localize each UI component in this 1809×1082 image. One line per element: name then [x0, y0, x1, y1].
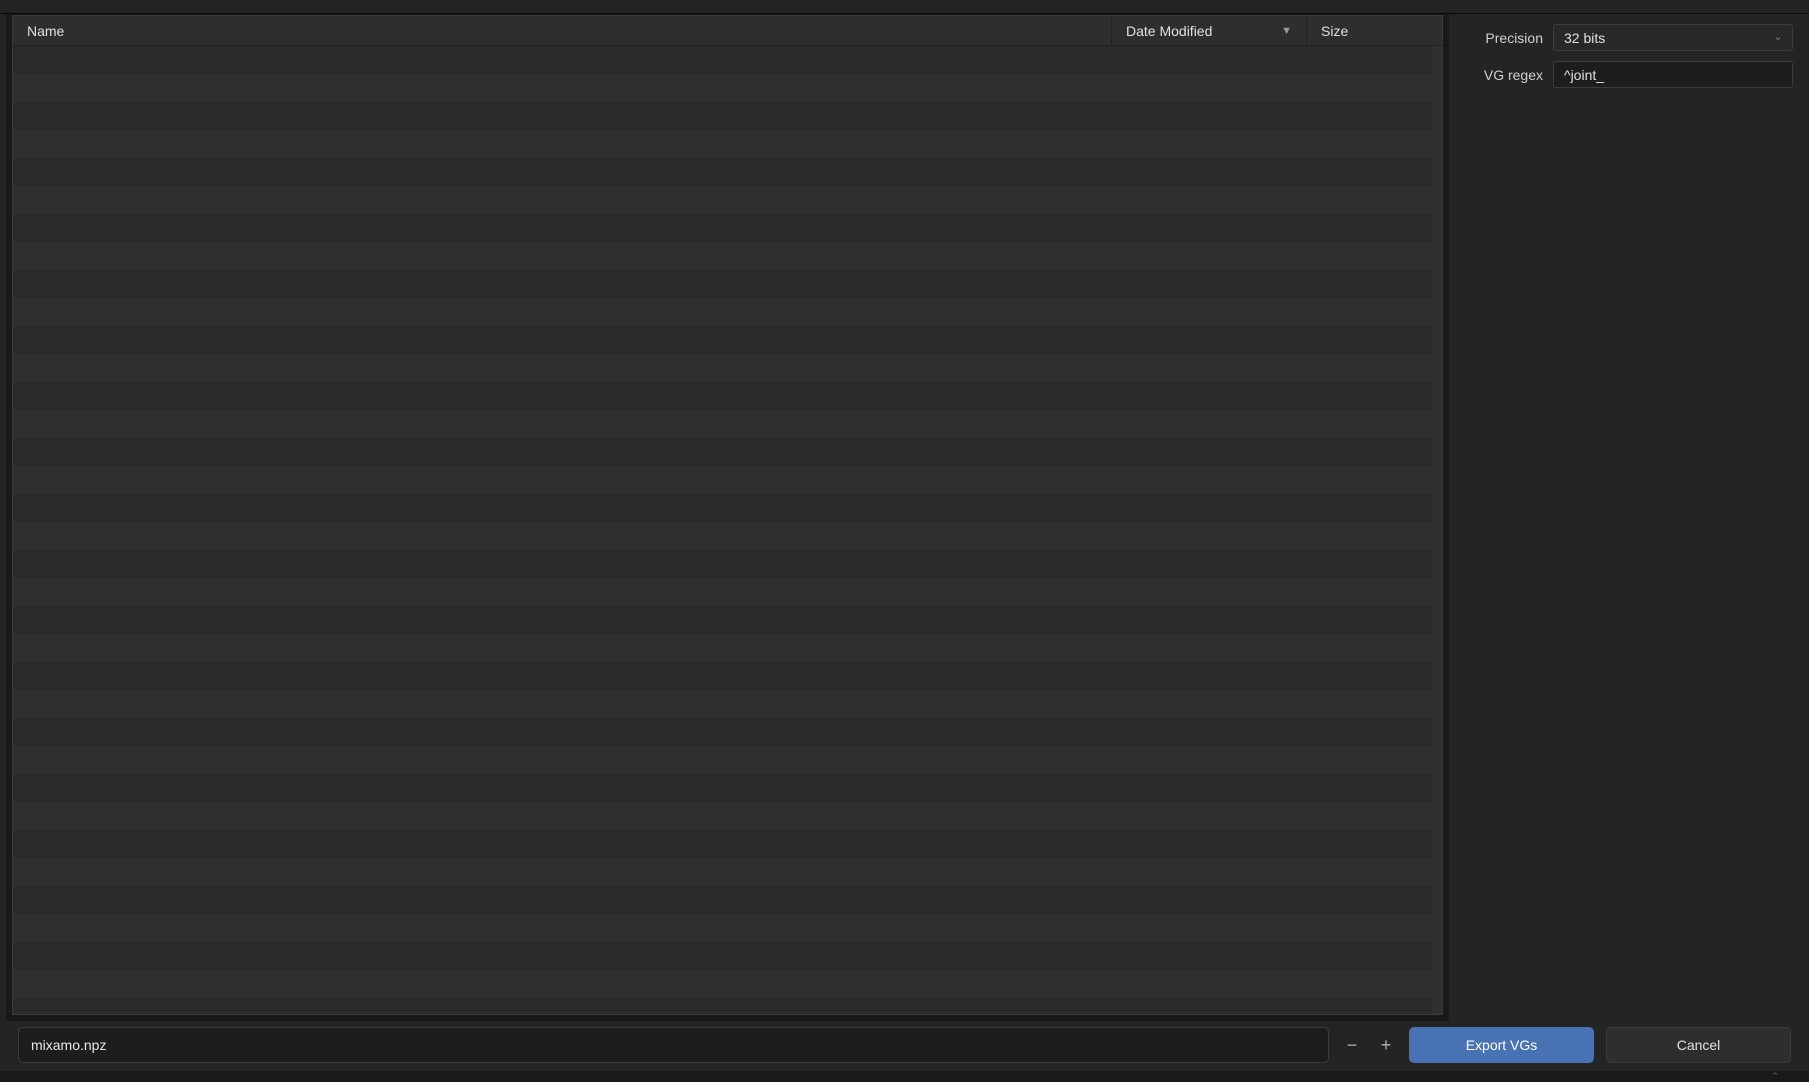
status-bar: ⌃	[0, 1071, 1809, 1081]
file-row[interactable]	[13, 186, 1442, 214]
precision-value: 32 bits	[1564, 30, 1605, 46]
top-toolbar	[0, 0, 1809, 14]
vg-regex-input[interactable]	[1553, 61, 1793, 88]
minus-icon[interactable]: −	[1341, 1034, 1363, 1056]
file-row[interactable]	[13, 214, 1442, 242]
file-row[interactable]	[13, 802, 1442, 830]
file-row[interactable]	[13, 382, 1442, 410]
file-row[interactable]	[13, 46, 1442, 74]
file-row[interactable]	[13, 298, 1442, 326]
file-row[interactable]	[13, 578, 1442, 606]
file-list[interactable]	[12, 46, 1443, 1015]
column-header-name[interactable]: Name	[13, 16, 1112, 45]
main-area: Name Date Modified ▼ Size Precision 32 b…	[0, 14, 1809, 1021]
filename-input[interactable]	[18, 1027, 1329, 1063]
file-row[interactable]	[13, 326, 1442, 354]
column-header-date[interactable]: Date Modified ▼	[1112, 16, 1307, 45]
file-row[interactable]	[13, 158, 1442, 186]
file-row[interactable]	[13, 942, 1442, 970]
column-header-name-label: Name	[27, 23, 64, 39]
file-list-rows	[13, 46, 1442, 1015]
file-row[interactable]	[13, 830, 1442, 858]
file-row[interactable]	[13, 606, 1442, 634]
side-panel: Precision 32 bits ⌄ VG regex	[1449, 14, 1809, 1021]
file-row[interactable]	[13, 494, 1442, 522]
file-row[interactable]	[13, 410, 1442, 438]
file-row[interactable]	[13, 746, 1442, 774]
plus-icon[interactable]: +	[1375, 1034, 1397, 1056]
file-row[interactable]	[13, 662, 1442, 690]
file-row[interactable]	[13, 914, 1442, 942]
file-row[interactable]	[13, 102, 1442, 130]
file-row[interactable]	[13, 550, 1442, 578]
column-header-size[interactable]: Size	[1307, 16, 1442, 45]
precision-row: Precision 32 bits ⌄	[1465, 24, 1793, 51]
vg-regex-label: VG regex	[1465, 67, 1543, 83]
precision-dropdown[interactable]: 32 bits ⌄	[1553, 24, 1793, 51]
file-row[interactable]	[13, 634, 1442, 662]
file-row[interactable]	[13, 74, 1442, 102]
file-row[interactable]	[13, 438, 1442, 466]
file-row[interactable]	[13, 270, 1442, 298]
file-row[interactable]	[13, 130, 1442, 158]
file-row[interactable]	[13, 998, 1442, 1015]
scrollbar[interactable]	[1432, 46, 1442, 1014]
precision-label: Precision	[1465, 30, 1543, 46]
file-row[interactable]	[13, 522, 1442, 550]
file-row[interactable]	[13, 242, 1442, 270]
vg-regex-row: VG regex	[1465, 61, 1793, 88]
file-row[interactable]	[13, 690, 1442, 718]
column-header-size-label: Size	[1321, 23, 1348, 39]
file-row[interactable]	[13, 774, 1442, 802]
chevron-down-icon: ⌄	[1774, 32, 1782, 43]
file-row[interactable]	[13, 886, 1442, 914]
export-button[interactable]: Export VGs	[1409, 1027, 1594, 1063]
file-row[interactable]	[13, 970, 1442, 998]
bottom-bar: − + Export VGs Cancel	[0, 1021, 1809, 1071]
file-row[interactable]	[13, 466, 1442, 494]
file-row[interactable]	[13, 354, 1442, 382]
file-row[interactable]	[13, 858, 1442, 886]
chevron-up-icon[interactable]: ⌃	[1771, 1071, 1779, 1082]
file-panel: Name Date Modified ▼ Size	[6, 14, 1449, 1021]
cancel-button[interactable]: Cancel	[1606, 1027, 1791, 1063]
file-row[interactable]	[13, 718, 1442, 746]
column-headers: Name Date Modified ▼ Size	[12, 15, 1443, 46]
column-header-date-label: Date Modified	[1126, 23, 1212, 39]
sort-indicator-icon: ▼	[1281, 25, 1292, 37]
